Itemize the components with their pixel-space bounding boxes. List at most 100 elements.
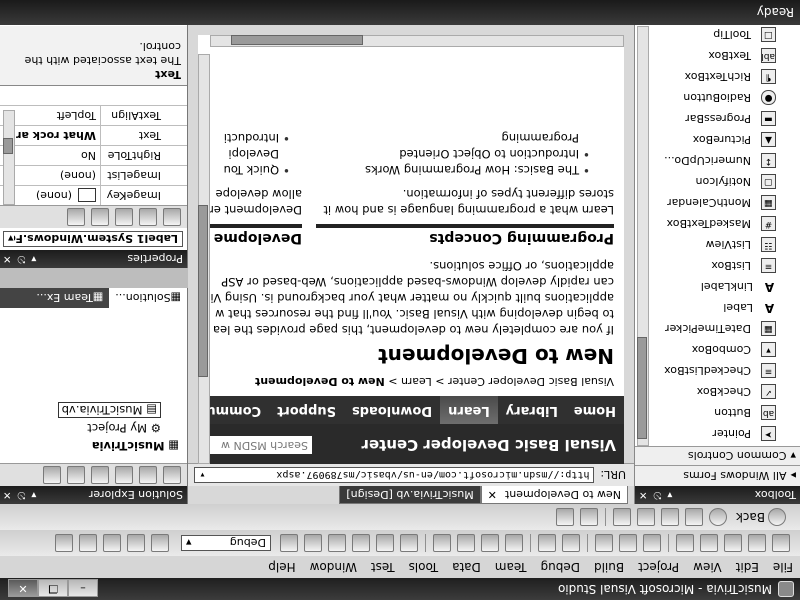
- categorized-icon[interactable]: [163, 208, 181, 226]
- navigate-backward-icon[interactable]: [457, 534, 475, 552]
- start-debugging-icon[interactable]: [400, 534, 418, 552]
- step-out-icon[interactable]: [280, 534, 298, 552]
- toolbox-item-textbox[interactable]: abl TextBox: [635, 45, 800, 66]
- breadcrumb-link[interactable]: Visual Basic Developer Center: [448, 375, 614, 388]
- property-value[interactable]: No: [81, 146, 100, 165]
- uncomment-icon[interactable]: [538, 534, 556, 552]
- scroll-thumb[interactable]: [3, 138, 13, 154]
- save-icon[interactable]: [700, 534, 718, 552]
- tab-musictrivia-design[interactable]: MusicTrivia.vb [Design]: [339, 486, 481, 504]
- events-icon[interactable]: [91, 208, 109, 226]
- menu-project[interactable]: Project: [631, 556, 686, 578]
- comment-icon[interactable]: [562, 534, 580, 552]
- toolbox-item-combobox[interactable]: ▾ ComboBox: [635, 339, 800, 360]
- tab-solution-explorer[interactable]: ▦ Solution...: [109, 288, 187, 308]
- nav-library[interactable]: Library: [498, 396, 566, 424]
- view-code-icon[interactable]: [91, 466, 109, 484]
- menu-build[interactable]: Build: [587, 556, 631, 578]
- toolbox-item-label[interactable]: A Label: [635, 297, 800, 318]
- close-button[interactable]: ✕: [8, 579, 38, 597]
- toolbox-item-notifyicon[interactable]: ▢ NotifyIcon: [635, 171, 800, 192]
- toolbox-item-linklabel[interactable]: A LinkLabel: [635, 276, 800, 297]
- navigate-forward-icon[interactable]: [433, 534, 451, 552]
- scroll-thumb[interactable]: [231, 35, 363, 45]
- property-value[interactable]: (none): [36, 186, 100, 205]
- toolbox-item-picturebox[interactable]: ▲ PictureBox: [635, 129, 800, 150]
- menu-edit[interactable]: Edit: [729, 556, 766, 578]
- alphabetical-icon[interactable]: [139, 208, 157, 226]
- refresh-icon[interactable]: [660, 508, 679, 526]
- tree-item-my-project[interactable]: ⚙ My Project: [0, 419, 179, 437]
- undo-icon[interactable]: [505, 534, 523, 552]
- toolbox-item-maskedtextbox[interactable]: # MaskedTextBox: [635, 213, 800, 234]
- toolbox-icon[interactable]: [55, 534, 73, 552]
- object-selector-dropdown[interactable]: Label1 System.Windows.For ▾: [3, 231, 183, 247]
- back-arrow-icon[interactable]: [768, 508, 786, 526]
- toolbox-section-common[interactable]: ▾ Common Controls: [635, 446, 800, 465]
- list-item[interactable]: • Introduction to Object Oriented: [314, 146, 590, 162]
- close-tab-icon[interactable]: ✕: [488, 488, 497, 501]
- nav-learn[interactable]: Learn: [440, 396, 498, 424]
- toolbox-item-monthcalendar[interactable]: ▦ MonthCalendar: [635, 192, 800, 213]
- open-file-icon[interactable]: [724, 534, 742, 552]
- pause-icon[interactable]: [376, 534, 394, 552]
- toolbox-item-pointer[interactable]: ➤ Pointer: [635, 423, 800, 444]
- scroll-thumb[interactable]: [198, 205, 208, 377]
- toolbox-item-button[interactable]: ab Button: [635, 402, 800, 423]
- dropdown-icon[interactable]: ▾: [667, 490, 672, 501]
- step-into-icon[interactable]: [328, 534, 346, 552]
- stop-icon[interactable]: [352, 534, 370, 552]
- show-all-files-icon[interactable]: [139, 466, 157, 484]
- properties-icon[interactable]: [163, 466, 181, 484]
- tree-item-project[interactable]: ▦ MusicTrivia: [0, 437, 179, 455]
- property-pages-icon[interactable]: [67, 208, 85, 226]
- menu-view[interactable]: View: [686, 556, 728, 578]
- toolbox-section-all[interactable]: ▸ All Windows Forms: [635, 465, 800, 486]
- cut-icon[interactable]: [643, 534, 661, 552]
- pin-icon[interactable]: ⎋: [17, 490, 25, 501]
- url-input[interactable]: http://msdn.microsoft.com/en-us/vbasic/m…: [194, 467, 595, 483]
- tree-item-form[interactable]: ▤ MusicTrivia.vb: [0, 401, 179, 419]
- list-item[interactable]: • Introducti: [198, 130, 290, 146]
- toolbox-scrollbar[interactable]: [637, 26, 649, 446]
- tab-team-explorer[interactable]: ▦ Team Ex...: [30, 288, 109, 308]
- save-all-icon[interactable]: [676, 534, 694, 552]
- property-row-text[interactable]: Text What rock ar: [0, 125, 187, 145]
- find-in-files-icon[interactable]: [151, 534, 169, 552]
- nav-home[interactable]: Home: [566, 396, 624, 424]
- toolbox-item-checkedlistbox[interactable]: ≡ CheckedListBox: [635, 360, 800, 381]
- menu-debug[interactable]: Debug: [534, 556, 587, 578]
- properties-window-icon[interactable]: [103, 534, 121, 552]
- search-input[interactable]: Search MSDN w: [204, 436, 312, 454]
- property-row-imagelist[interactable]: ImageList (none): [0, 165, 187, 185]
- property-value[interactable]: TopLeft: [57, 106, 100, 125]
- browser-vertical-scrollbar[interactable]: [198, 54, 210, 464]
- class-diagram-icon[interactable]: [43, 466, 61, 484]
- solution-configuration-dropdown[interactable]: Debug ▾: [181, 535, 271, 551]
- toolbox-item-richtextbox[interactable]: ¶ RichTextBox: [635, 66, 800, 87]
- list-item-continued[interactable]: Programming: [314, 130, 590, 146]
- home-icon[interactable]: [636, 508, 655, 526]
- menu-help[interactable]: Help: [261, 556, 302, 578]
- add-item-icon[interactable]: [748, 534, 766, 552]
- menu-data[interactable]: Data: [445, 556, 488, 578]
- toolbox-item-listbox[interactable]: ≡ ListBox: [635, 255, 800, 276]
- list-item[interactable]: • Quick Tou: [198, 162, 290, 178]
- close-icon[interactable]: ✕: [639, 490, 647, 501]
- breadcrumb-link[interactable]: Learn: [401, 375, 432, 388]
- property-value[interactable]: (none): [60, 166, 100, 185]
- object-browser-icon[interactable]: [79, 534, 97, 552]
- toolbox-item-tooltip[interactable]: □ ToolTip: [635, 24, 800, 45]
- list-item[interactable]: Developi: [198, 146, 290, 162]
- redo-icon[interactable]: [481, 534, 499, 552]
- pin-icon[interactable]: ⎋: [653, 490, 661, 501]
- toolbox-item-numericupdown[interactable]: ↕ NumericUpDo...: [635, 150, 800, 171]
- minimize-button[interactable]: –: [68, 579, 98, 597]
- menu-window[interactable]: Window: [303, 556, 364, 578]
- copy-icon[interactable]: [619, 534, 637, 552]
- view-designer-icon[interactable]: [67, 466, 85, 484]
- stop-loading-icon[interactable]: [684, 508, 703, 526]
- scroll-thumb[interactable]: [637, 337, 647, 439]
- toolbox-item-datetimepicker[interactable]: ▦ DateTimePicker: [635, 318, 800, 339]
- nav-downloads[interactable]: Downloads: [344, 396, 440, 424]
